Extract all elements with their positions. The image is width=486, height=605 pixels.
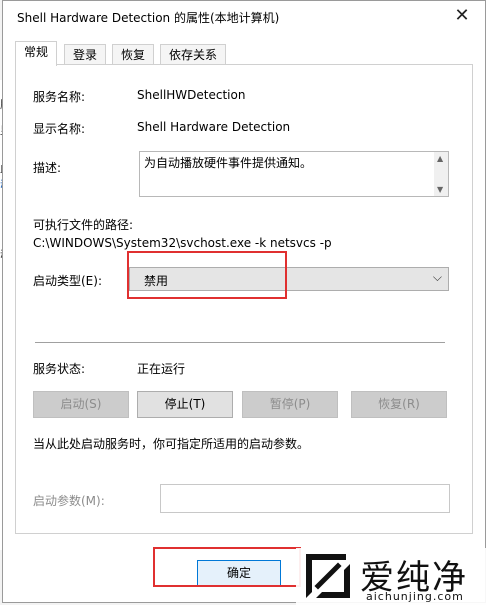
description-textbox[interactable]: 为自动播放硬件事件提供通知。 ▲ ▼ (139, 151, 449, 197)
tab-logon[interactable]: 登录 (64, 44, 106, 65)
startup-type-value: 禁用 (144, 274, 169, 288)
watermark-text-en: aichunjing.com (366, 590, 464, 603)
service-name-label: 服务名称: (33, 90, 86, 104)
tab-general[interactable]: 常规 (15, 41, 57, 66)
tab-dependencies[interactable]: 依存关系 (160, 44, 226, 65)
watermark-logo: 爱纯净 aichunjing.com (296, 548, 486, 605)
stop-button[interactable]: 停止(T) (137, 391, 233, 418)
service-status-label: 服务状态: (33, 362, 86, 376)
start-params-hint: 当从此处启动服务时，你可指定所适用的启动参数。 (33, 437, 310, 451)
description-text: 为自动播放硬件事件提供通知。 (144, 156, 313, 170)
service-name-value: ShellHWDetection (137, 88, 246, 102)
properties-dialog: Shell Hardware Detection 的属性(本地计算机) ✕ 常规… (2, 0, 486, 603)
service-status-value: 正在运行 (137, 362, 186, 376)
pause-button[interactable]: 暂停(P) (242, 391, 338, 418)
tab-recovery[interactable]: 恢复 (112, 44, 154, 65)
resume-button[interactable]: 恢复(R) (351, 391, 447, 418)
title-bar[interactable]: Shell Hardware Detection 的属性(本地计算机) ✕ (3, 1, 485, 31)
scroll-up-icon[interactable]: ▲ (437, 154, 443, 163)
scroll-down-icon[interactable]: ▼ (437, 185, 443, 194)
description-label: 描述: (33, 161, 62, 175)
start-params-label: 启动参数(M): (33, 494, 105, 508)
display-name-value: Shell Hardware Detection (137, 120, 291, 134)
ok-button[interactable]: 确定 (197, 560, 281, 586)
display-name-label: 显示名称: (33, 122, 86, 136)
logo-mark-icon (306, 554, 350, 598)
path-value: C:\WINDOWS\System32\svchost.exe -k netsv… (33, 236, 332, 250)
description-scrollbar[interactable]: ▲ ▼ (434, 152, 448, 196)
start-params-input[interactable] (160, 484, 450, 513)
divider (35, 342, 445, 343)
window-title: Shell Hardware Detection 的属性(本地计算机) (17, 11, 280, 25)
path-label: 可执行文件的路径: (33, 218, 134, 232)
startup-type-select[interactable]: 禁用 ⌵ (129, 267, 449, 291)
start-button[interactable]: 启动(S) (33, 391, 129, 418)
close-icon[interactable]: ✕ (449, 4, 475, 28)
chevron-down-icon: ⌵ (432, 270, 442, 284)
startup-type-label: 启动类型(E): (33, 274, 102, 288)
